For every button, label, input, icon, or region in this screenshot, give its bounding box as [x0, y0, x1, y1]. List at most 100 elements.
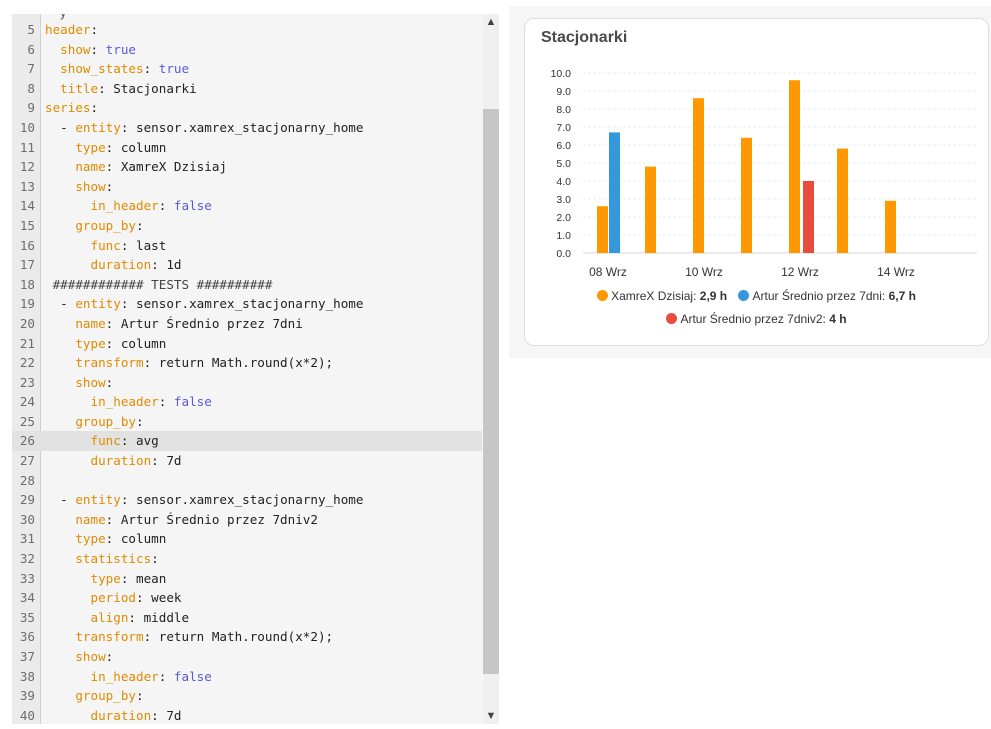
code-line[interactable]: 7 show_states: true [12, 59, 482, 79]
line-number: 14 [19, 198, 35, 214]
code-line[interactable]: 39 group_by: [12, 686, 482, 706]
code-token: - [45, 296, 76, 312]
code-line[interactable]: 36 transform: return Math.round(x*2); [12, 627, 482, 647]
code-line[interactable]: 15 group_by: [12, 216, 482, 236]
code-line[interactable]: 40 duration: 7d [12, 706, 482, 724]
code-line[interactable]: 19 - entity: sensor.xamrex_stacjonarny_h… [12, 294, 482, 314]
line-number: 32 [19, 551, 35, 567]
code-token: transform [45, 355, 144, 371]
editor-scrollbar[interactable]: ▲ ▼ [483, 14, 499, 724]
code-token: : return Math.round(x*2); [143, 355, 334, 371]
line-number: 36 [19, 629, 35, 645]
code-line[interactable]: 24 in_header: false [12, 392, 482, 412]
line-number: 19 [19, 296, 35, 312]
code-line[interactable]: 31 type: column [12, 529, 482, 549]
code-line[interactable]: 28 [12, 471, 482, 491]
code-text: - entity: sensor.xamrex_stacjonarny_home [45, 118, 363, 138]
code-line[interactable]: 33 type: mean [12, 569, 482, 589]
code-line[interactable]: 21 type: column [12, 334, 482, 354]
line-number: 35 [19, 609, 35, 625]
code-line[interactable]: 6 show: true [12, 40, 482, 60]
code-line[interactable]: 12 name: XamreX Dzisiaj [12, 157, 482, 177]
scrollbar-thumb[interactable] [483, 109, 499, 674]
code-line[interactable]: 26 func: avg [12, 431, 482, 452]
code-token: title [45, 80, 99, 96]
code-token: : XamreX Dzisiaj [105, 159, 227, 175]
code-token: duration [45, 257, 152, 273]
line-number: 12 [19, 159, 35, 175]
code-line[interactable]: 10 - entity: sensor.xamrex_stacjonarny_h… [12, 118, 482, 138]
code-token: - [45, 119, 76, 135]
code-text: show_states: true [45, 59, 189, 79]
code-line[interactable]: 20 name: Artur Średnio przez 7dni [12, 314, 482, 334]
code-line[interactable]: 34 period: week [12, 588, 482, 608]
code-token: : [105, 178, 114, 194]
code-line[interactable]: 30 name: Artur Średnio przez 7dniv2 [12, 510, 482, 530]
legend-item-artur-7dniv2[interactable]: Artur Średnio przez 7dniv2: 4 h [666, 312, 847, 326]
code-line[interactable]: 17 duration: 1d [12, 255, 482, 275]
code-token: : [151, 551, 159, 567]
code-text: type: column [45, 529, 166, 549]
code-line[interactable]: 37 show: [12, 647, 482, 667]
code-line[interactable]: 29 - entity: sensor.xamrex_stacjonarny_h… [12, 490, 482, 510]
y-tick-label: 8.0 [556, 104, 571, 116]
code-token: : return Math.round(x*2); [143, 629, 334, 645]
code-token: true [105, 41, 137, 57]
scroll-up-icon[interactable]: ▲ [483, 14, 499, 30]
code-token: : column [105, 335, 167, 351]
code-line[interactable]: 16 func: last [12, 236, 482, 256]
code-line[interactable]: 14 in_header: false [12, 196, 482, 216]
code-line[interactable]: 35 align: middle [12, 608, 482, 628]
code-line[interactable]: 13 show: [12, 177, 482, 197]
code-token: : column [105, 531, 167, 547]
code-token: : [136, 413, 144, 429]
code-line[interactable]: 38 in_header: false [12, 667, 482, 687]
code-token: : sensor.xamrex_stacjonarny_home [120, 296, 364, 312]
legend-item-artur-7dni[interactable]: Artur Średnio przez 7dni: 6,7 h [738, 289, 916, 303]
code-text: - entity: sensor.xamrex_stacjonarny_home [45, 490, 363, 510]
code-text: duration: 1d [45, 255, 181, 275]
legend-item-xamrex[interactable]: XamreX Dzisiaj: 2,9 h [597, 289, 727, 303]
x-tick-label: 08 Wrz [589, 265, 627, 279]
code-token: show_states [45, 61, 144, 77]
legend-dot [738, 290, 750, 301]
code-line[interactable]: 11 type: column [12, 138, 482, 158]
line-number: 40 [19, 707, 35, 723]
code-text: type: column [45, 138, 166, 158]
code-line[interactable]: 27 duration: 7d [12, 451, 482, 471]
legend-value: 2,9 h [699, 289, 728, 303]
line-number: 16 [19, 237, 35, 253]
line-number: 39 [19, 688, 35, 704]
code-token: : week [136, 590, 182, 606]
yaml-editor[interactable]: · y 5header:6 show: true7 show_states: t… [12, 14, 499, 724]
code-token: : [136, 217, 144, 233]
code-line[interactable]: 18 ############ TESTS ########## [12, 275, 482, 295]
code-text: group_by: [45, 686, 144, 706]
code-token: : [136, 688, 144, 704]
code-token: series [45, 100, 91, 116]
code-line[interactable]: 32 statistics: [12, 549, 482, 569]
code-line[interactable]: 22 transform: return Math.round(x*2); [12, 353, 482, 373]
code-line[interactable]: 9 series: [12, 98, 482, 118]
code-line[interactable]: 8 title: Stacjonarki [12, 79, 482, 99]
code-line[interactable]: 23 show: [12, 373, 482, 393]
y-tick-label: 10.0 [551, 68, 572, 80]
scroll-down-icon[interactable]: ▼ [483, 708, 499, 724]
code-token: in_header [45, 668, 159, 684]
line-number: 38 [19, 668, 35, 684]
code-line[interactable]: 25 group_by: [12, 412, 482, 432]
code-text: transform: return Math.round(x*2); [45, 353, 333, 373]
code-lines[interactable]: 5 header: 6 show: true 7 show_states: true 8… [12, 14, 482, 724]
code-token: : Stacjonarki [98, 80, 197, 96]
code-text: in_header: false [45, 196, 211, 216]
code-line[interactable]: 5 header: [12, 20, 482, 40]
line-number: 7 [27, 61, 35, 77]
code-token: name [45, 511, 106, 527]
line-number: 20 [19, 315, 35, 331]
code-token: name [45, 159, 106, 175]
bar [645, 166, 656, 253]
code-token: duration [45, 707, 152, 723]
legend-value: 6,7 h [888, 289, 916, 303]
apexcharts-card: 0.0 1.0 2.0 3.0 4.0 5.0 6.0 7.0 8.0 9.0 10.0 08 Wrz… [524, 18, 989, 346]
code-text: name: Artur Średnio przez 7dniv2 [45, 510, 318, 530]
